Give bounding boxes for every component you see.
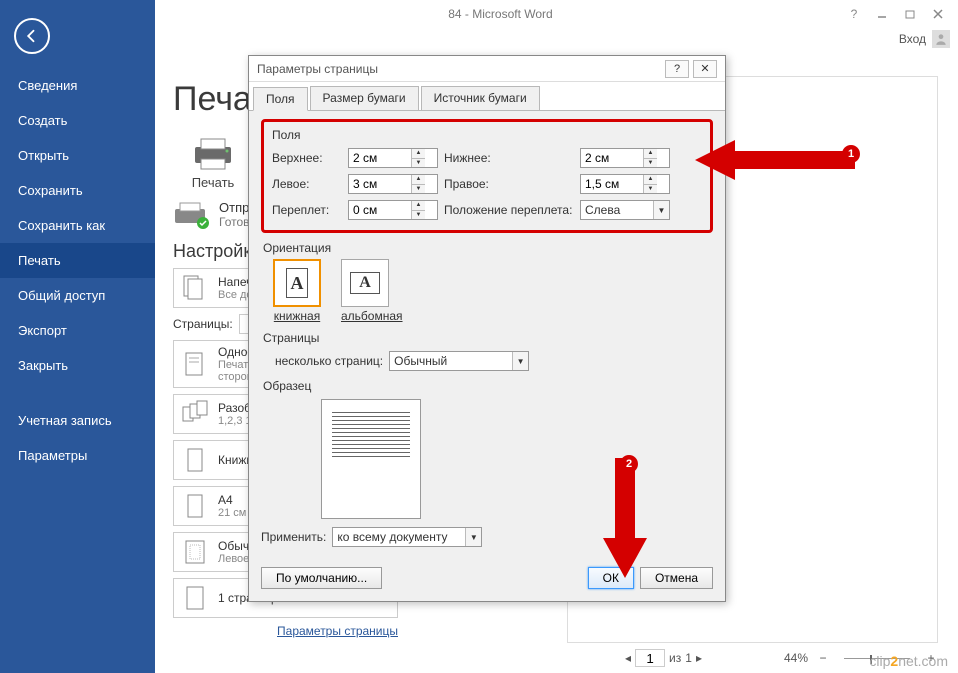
watermark: clip2net.com <box>869 653 948 669</box>
print-button[interactable]: Печать <box>173 137 253 190</box>
pages-section-label: Страницы <box>263 331 713 345</box>
sample-preview <box>321 399 421 519</box>
nav-new[interactable]: Создать <box>0 103 155 138</box>
print-button-label: Печать <box>192 175 235 190</box>
nav-account[interactable]: Учетная запись <box>0 403 155 438</box>
nav-open[interactable]: Открыть <box>0 138 155 173</box>
close-icon[interactable] <box>924 3 952 25</box>
nav-print[interactable]: Печать <box>0 243 155 278</box>
nav-options[interactable]: Параметры <box>0 438 155 473</box>
window-title: 84 - Microsoft Word <box>161 7 840 21</box>
nav-save[interactable]: Сохранить <box>0 173 155 208</box>
persheet-icon <box>180 583 210 613</box>
tab-paper[interactable]: Размер бумаги <box>310 86 419 110</box>
pages-icon <box>180 273 210 303</box>
gutter-label: Переплет: <box>272 203 342 217</box>
printer-status-icon <box>173 201 211 229</box>
next-page-icon[interactable]: ▸ <box>696 651 702 665</box>
dialog-help-icon[interactable]: ? <box>665 60 689 78</box>
cancel-button[interactable]: Отмена <box>640 567 713 589</box>
pages-label: Страницы: <box>173 317 233 331</box>
margins-icon <box>180 537 210 567</box>
right-margin-input[interactable]: ▲▼ <box>580 174 670 194</box>
top-margin-input[interactable]: ▲▼ <box>348 148 438 168</box>
nav-save-as[interactable]: Сохранить как <box>0 208 155 243</box>
apply-to-label: Применить: <box>261 530 326 544</box>
orientation-landscape[interactable]: A альбомная <box>341 259 403 323</box>
page-of-label: из <box>669 651 681 665</box>
oneside-icon <box>180 349 210 379</box>
zoom-out-icon[interactable]: − <box>816 651 830 665</box>
orientation-portrait[interactable]: A книжная <box>273 259 321 323</box>
back-button[interactable] <box>14 18 50 54</box>
page-total: 1 <box>685 651 692 665</box>
left-margin-label: Левое: <box>272 177 342 191</box>
backstage-sidebar: Сведения Создать Открыть Сохранить Сохра… <box>0 0 155 673</box>
tab-source[interactable]: Источник бумаги <box>421 86 540 110</box>
left-margin-input[interactable]: ▲▼ <box>348 174 438 194</box>
page-setup-dialog: Параметры страницы ? ✕ Поля Размер бумаг… <box>248 55 726 602</box>
orientation-label: Ориентация <box>263 241 713 255</box>
paper-icon <box>180 491 210 521</box>
multi-pages-label: несколько страниц: <box>275 354 383 368</box>
minimize-icon[interactable] <box>868 3 896 25</box>
nav-export[interactable]: Экспорт <box>0 313 155 348</box>
page-number-input[interactable] <box>635 649 665 667</box>
sample-label: Образец <box>263 379 713 393</box>
default-button[interactable]: По умолчанию... <box>261 567 382 589</box>
nav-share[interactable]: Общий доступ <box>0 278 155 313</box>
avatar-icon[interactable] <box>932 30 950 48</box>
top-margin-label: Верхнее: <box>272 151 342 165</box>
dialog-title: Параметры страницы <box>257 62 661 76</box>
gutter-pos-combo[interactable]: Слева▼ <box>580 200 670 220</box>
restore-icon[interactable] <box>896 3 924 25</box>
prev-page-icon[interactable]: ◂ <box>625 651 631 665</box>
collate-icon <box>180 399 210 429</box>
printer-icon <box>189 137 237 171</box>
help-icon[interactable]: ? <box>840 3 868 25</box>
portrait-icon <box>180 445 210 475</box>
gutter-input[interactable]: ▲▼ <box>348 200 438 220</box>
multi-pages-combo[interactable]: Обычный▼ <box>389 351 529 371</box>
apply-to-combo[interactable]: ко всему документу▼ <box>332 527 482 547</box>
nav-info[interactable]: Сведения <box>0 68 155 103</box>
page-setup-link[interactable]: Параметры страницы <box>277 624 398 638</box>
signin-link[interactable]: Вход <box>899 32 926 46</box>
ok-button[interactable]: ОК <box>588 567 634 589</box>
annotation-badge-1: 1 <box>842 145 860 163</box>
right-margin-label: Правое: <box>444 177 574 191</box>
margins-group-title: Поля <box>272 128 702 142</box>
bottom-margin-label: Нижнее: <box>444 151 574 165</box>
dialog-close-icon[interactable]: ✕ <box>693 60 717 78</box>
zoom-value: 44% <box>784 651 808 665</box>
margins-group: Поля Верхнее: ▲▼ Нижнее: ▲▼ Левое: ▲▼ Пр… <box>261 119 713 233</box>
annotation-badge-2: 2 <box>620 455 638 473</box>
nav-close[interactable]: Закрыть <box>0 348 155 383</box>
tab-margins[interactable]: Поля <box>253 87 308 111</box>
bottom-margin-input[interactable]: ▲▼ <box>580 148 670 168</box>
gutter-pos-label: Положение переплета: <box>444 203 574 217</box>
